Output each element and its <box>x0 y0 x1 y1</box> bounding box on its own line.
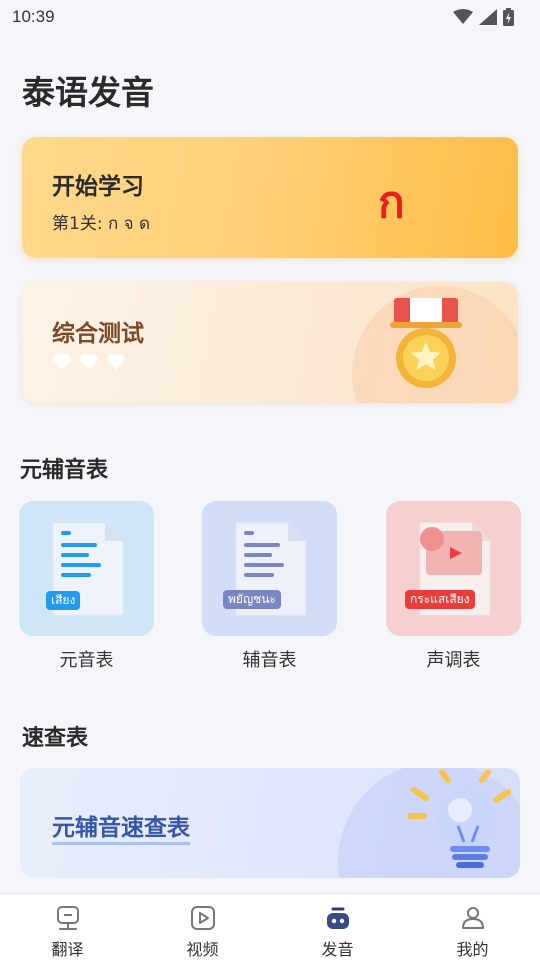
thai-letter-glyph: ก <box>378 177 405 228</box>
wifi-icon <box>453 9 473 24</box>
hearts-row <box>52 352 126 372</box>
quick-reference-card[interactable]: 元辅音速查表 <box>20 768 520 878</box>
tab-pronunciation[interactable]: 发音 <box>270 894 405 960</box>
tab-label: 视频 <box>186 940 219 959</box>
vowel-table-tile[interactable]: เสียง <box>19 501 154 636</box>
status-time: 10:39 <box>12 7 55 26</box>
status-bar: 10:39 <box>0 0 540 34</box>
tone-table-tile[interactable]: กระแสเสียง <box>386 501 521 636</box>
comprehensive-test-title: 综合测试 <box>52 321 144 347</box>
vowel-tag: เสียง <box>46 591 81 610</box>
tab-video[interactable]: 视频 <box>135 894 270 960</box>
consonant-tag: พยัญชนะ <box>223 590 281 609</box>
start-learning-level: 第1关: ก จ ด <box>52 214 151 234</box>
start-learning-title: 开始学习 <box>52 174 144 200</box>
comprehensive-test-card[interactable]: 综合测试 <box>22 282 518 403</box>
heart-icon <box>80 353 98 370</box>
status-icons <box>453 8 514 26</box>
signal-icon <box>479 9 497 25</box>
tab-label: 发音 <box>321 940 354 959</box>
tone-tag: กระแสเสียง <box>405 590 475 609</box>
consonant-table-label: 辅音表 <box>242 650 297 671</box>
translate-icon <box>56 906 79 930</box>
medal-icon <box>390 298 462 388</box>
section-title-tables: 元辅音表 <box>20 458 109 483</box>
bottom-tab-bar: 翻译 视频 发音 我的 <box>0 893 540 960</box>
tone-table-label: 声调表 <box>426 650 481 671</box>
tab-translate[interactable]: 翻译 <box>0 894 135 960</box>
pronunciation-icon <box>326 907 349 929</box>
tab-label: 我的 <box>456 940 489 959</box>
heart-icon <box>53 353 71 370</box>
start-learning-card[interactable]: 开始学习 第1关: ก จ ด ก <box>22 137 518 258</box>
consonant-table-tile[interactable]: พยัญชนะ <box>202 501 337 636</box>
vowel-table-label: 元音表 <box>59 650 114 671</box>
page-title: 泰语发音 <box>22 73 154 112</box>
battery-icon <box>503 8 514 26</box>
quick-reference-title: 元辅音速查表 <box>52 808 190 845</box>
section-title-quick: 速查表 <box>22 726 89 751</box>
heart-icon <box>107 353 125 370</box>
light-bulb-icon <box>407 770 511 868</box>
video-icon <box>190 906 215 930</box>
tab-label: 翻译 <box>51 940 84 959</box>
profile-icon <box>461 907 484 929</box>
tab-profile[interactable]: 我的 <box>405 894 540 960</box>
